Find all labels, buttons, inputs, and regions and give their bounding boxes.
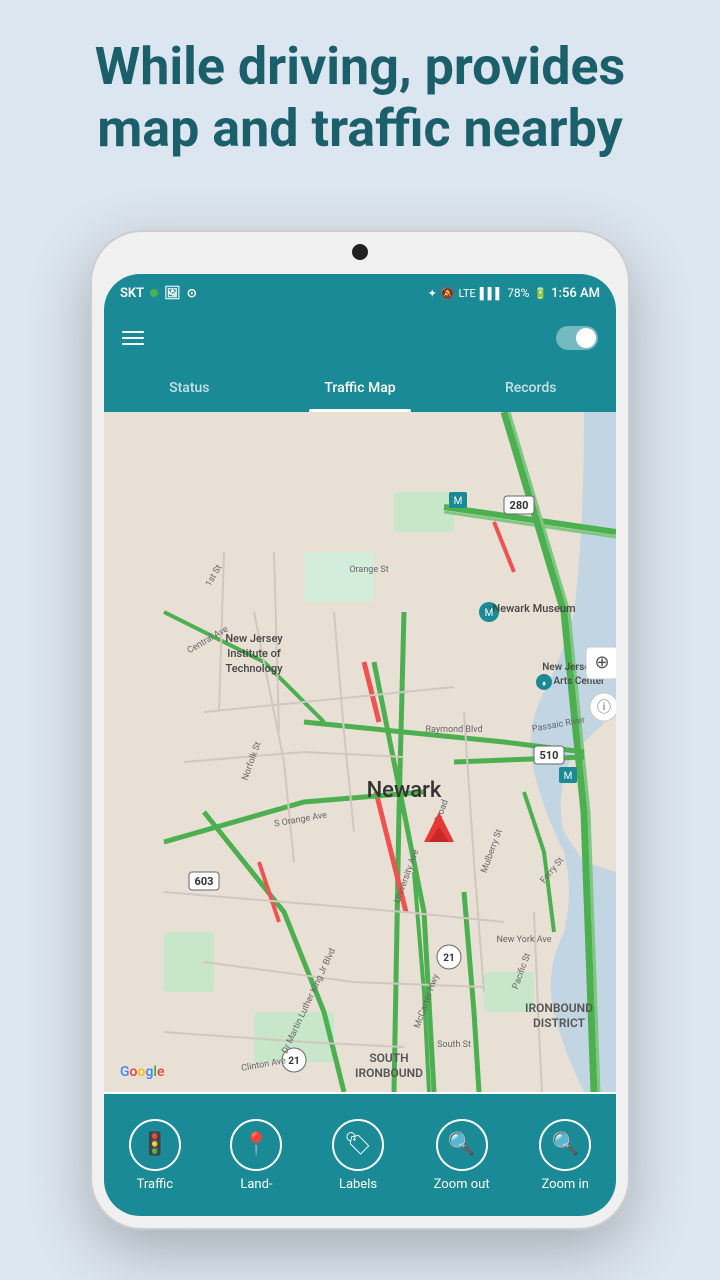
mute-icon: 🔕: [441, 287, 455, 300]
toggle-switch[interactable]: [556, 326, 598, 350]
svg-text:New Jersey: New Jersey: [225, 632, 283, 645]
photo-icon: ⊙: [187, 286, 197, 300]
zoom-out-icon: 🔍: [436, 1119, 488, 1171]
carrier-dot: [150, 289, 158, 297]
zoom-out-label: Zoom out: [434, 1177, 490, 1192]
signal-icon: 🖼: [164, 286, 181, 301]
camera-notch: [352, 244, 368, 260]
nav-item-traffic[interactable]: 🚦 Traffic: [129, 1119, 181, 1192]
svg-text:IRONBOUND: IRONBOUND: [355, 1066, 423, 1080]
svg-text:280: 280: [510, 499, 529, 512]
traffic-map[interactable]: 280 510 603 21 21 M M: [104, 412, 616, 1092]
tabs-bar: Status Traffic Map Records: [104, 364, 616, 412]
bottom-nav: 🚦 Traffic 📍 Land- 🏷 Labels 🔍 Zoom out 🔍 …: [104, 1094, 616, 1216]
nav-item-labels[interactable]: 🏷 Labels: [332, 1119, 384, 1192]
header-title: While driving, provides map and traffic …: [40, 36, 680, 161]
hamburger-line2: [122, 337, 144, 339]
battery-label: 78%: [507, 286, 529, 300]
svg-text:DISTRICT: DISTRICT: [533, 1016, 586, 1030]
menu-button[interactable]: [122, 331, 144, 345]
svg-text:510: 510: [540, 749, 559, 762]
landmark-icon: 📍: [230, 1119, 282, 1171]
svg-text:Newark: Newark: [367, 778, 442, 803]
traffic-label: Traffic: [137, 1177, 173, 1192]
svg-text:SOUTH: SOUTH: [369, 1051, 408, 1065]
status-icons: ✦ 🔕 LTE ▌▌▌ 78% 🔋 1:56 AM: [428, 286, 600, 301]
signal-bars-icon: ▌▌▌: [480, 287, 503, 300]
svg-text:IRONBOUND: IRONBOUND: [525, 1001, 593, 1015]
phone-screen: SKT 🖼 ⊙ ✦ 🔕 LTE ▌▌▌ 78% 🔋 1:56 AM: [104, 274, 616, 1216]
zoom-in-label: Zoom in: [541, 1177, 588, 1192]
app-bar: [104, 312, 616, 364]
tab-traffic-map[interactable]: Traffic Map: [275, 364, 446, 412]
zoom-in-icon: 🔍: [539, 1119, 591, 1171]
svg-text:Raymond Blvd: Raymond Blvd: [425, 725, 482, 735]
svg-text:♦: ♦: [542, 679, 546, 688]
svg-text:New York Ave: New York Ave: [496, 935, 551, 945]
tab-status[interactable]: Status: [104, 364, 275, 412]
landmark-label: Land-: [240, 1177, 272, 1192]
svg-text:21: 21: [443, 953, 454, 964]
google-logo: Google: [120, 1064, 164, 1080]
status-left: SKT 🖼 ⊙: [120, 286, 197, 301]
svg-text:Newark Museum: Newark Museum: [492, 602, 575, 615]
svg-text:21: 21: [288, 1056, 299, 1067]
labels-icon: 🏷: [332, 1119, 384, 1171]
hamburger-line1: [122, 331, 144, 333]
status-bar: SKT 🖼 ⊙ ✦ 🔕 LTE ▌▌▌ 78% 🔋 1:56 AM: [104, 274, 616, 312]
svg-text:Technology: Technology: [226, 662, 284, 675]
carrier-label: SKT: [120, 286, 144, 301]
map-svg: 280 510 603 21 21 M M: [104, 412, 616, 1092]
svg-text:Institute of: Institute of: [227, 647, 281, 660]
battery-icon: 🔋: [533, 287, 547, 300]
svg-text:603: 603: [195, 875, 214, 888]
bluetooth-icon: ✦: [428, 287, 437, 300]
tab-records[interactable]: Records: [445, 364, 616, 412]
svg-text:⊕: ⊕: [594, 652, 609, 673]
svg-text:ⓘ: ⓘ: [597, 700, 611, 716]
app-header: While driving, provides map and traffic …: [0, 0, 720, 181]
nav-item-zoom-in[interactable]: 🔍 Zoom in: [539, 1119, 591, 1192]
clock-label: 1:56 AM: [551, 286, 600, 301]
hamburger-line3: [122, 343, 144, 345]
svg-text:M: M: [454, 496, 463, 507]
svg-text:Orange St: Orange St: [349, 565, 388, 575]
nav-item-landmark[interactable]: 📍 Land-: [230, 1119, 282, 1192]
nav-item-zoom-out[interactable]: 🔍 Zoom out: [434, 1119, 490, 1192]
phone-frame: SKT 🖼 ⊙ ✦ 🔕 LTE ▌▌▌ 78% 🔋 1:56 AM: [90, 230, 630, 1230]
labels-label: Labels: [339, 1177, 377, 1192]
svg-text:South St: South St: [437, 1040, 471, 1050]
svg-text:M: M: [564, 771, 573, 782]
lte-label: LTE: [459, 287, 476, 300]
traffic-icon: 🚦: [129, 1119, 181, 1171]
